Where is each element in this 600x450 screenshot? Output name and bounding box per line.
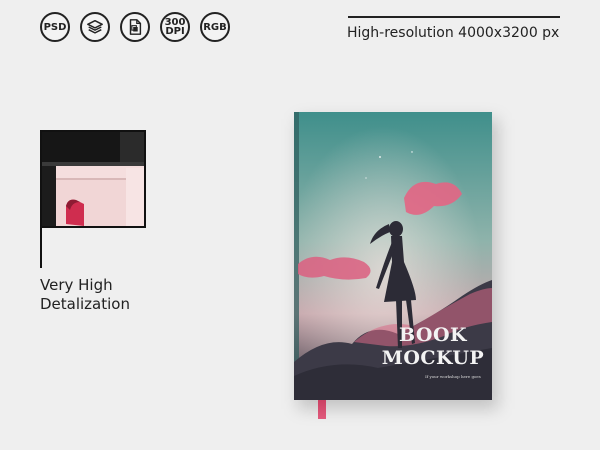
psd-label: PSD: [43, 21, 67, 33]
rgb-label: RGB: [203, 21, 227, 33]
book-title: BOOK MOCKUP: [378, 324, 488, 370]
psd-badge: PSD: [40, 12, 70, 42]
book-cover: BOOK MOCKUP If your workshop here goes: [294, 112, 492, 400]
layers-icon: [87, 19, 103, 34]
detail-pointer-line: [40, 228, 42, 268]
dpi-badge: 300 DPI: [160, 12, 190, 42]
rgb-badge: RGB: [200, 12, 230, 42]
dpi-unit: DPI: [165, 26, 185, 37]
format-badges: PSD 300 DPI RGB: [40, 12, 230, 42]
smart-object-badge: [120, 12, 150, 42]
detail-caption-line2: Detalization: [40, 295, 130, 313]
detail-caption: Very High Detalization: [40, 276, 130, 314]
detail-caption-line1: Very High: [40, 276, 113, 294]
resolution-divider: [348, 16, 560, 18]
detail-zoom-image: [40, 130, 146, 228]
layers-badge: [80, 12, 110, 42]
book-subtitle: If your workshop here goes: [425, 374, 481, 379]
book-title-line1: BOOK: [398, 324, 468, 346]
resolution-text: High-resolution 4000x3200 px: [347, 25, 560, 41]
smart-object-file-icon: [129, 19, 142, 35]
book-title-line2: MOCKUP: [381, 347, 485, 369]
